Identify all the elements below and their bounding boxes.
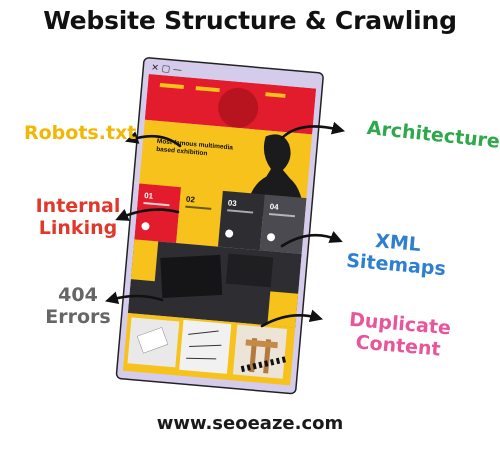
label-internal-linking: Internal Linking <box>28 195 128 240</box>
label-internal-line2: Linking <box>38 216 118 239</box>
card-03 <box>217 190 265 251</box>
label-errors-line2: Errors <box>45 305 111 328</box>
label-errors-line1: 404 <box>58 284 98 306</box>
browser-mockup: ✕ ▢ — Most famous multimedia based exhib… <box>115 57 324 395</box>
business-card-photo <box>160 254 223 298</box>
card-number-04: 04 <box>269 202 279 212</box>
browser-screen: Most famous multimedia based exhibition … <box>122 73 317 386</box>
card-01 <box>134 183 182 243</box>
website-url: www.seoeaze.com <box>156 413 344 434</box>
wood-figure-photo <box>232 324 288 379</box>
paper-photo <box>179 319 232 374</box>
label-404-errors: 404 Errors <box>38 284 118 329</box>
card-number-01: 01 <box>144 191 154 201</box>
card-number-03: 03 <box>227 198 237 208</box>
label-internal-line1: Internal <box>35 195 121 217</box>
card-02 <box>176 187 223 247</box>
card-number-02: 02 <box>186 195 196 205</box>
label-robots-txt: Robots.txt <box>24 122 137 144</box>
